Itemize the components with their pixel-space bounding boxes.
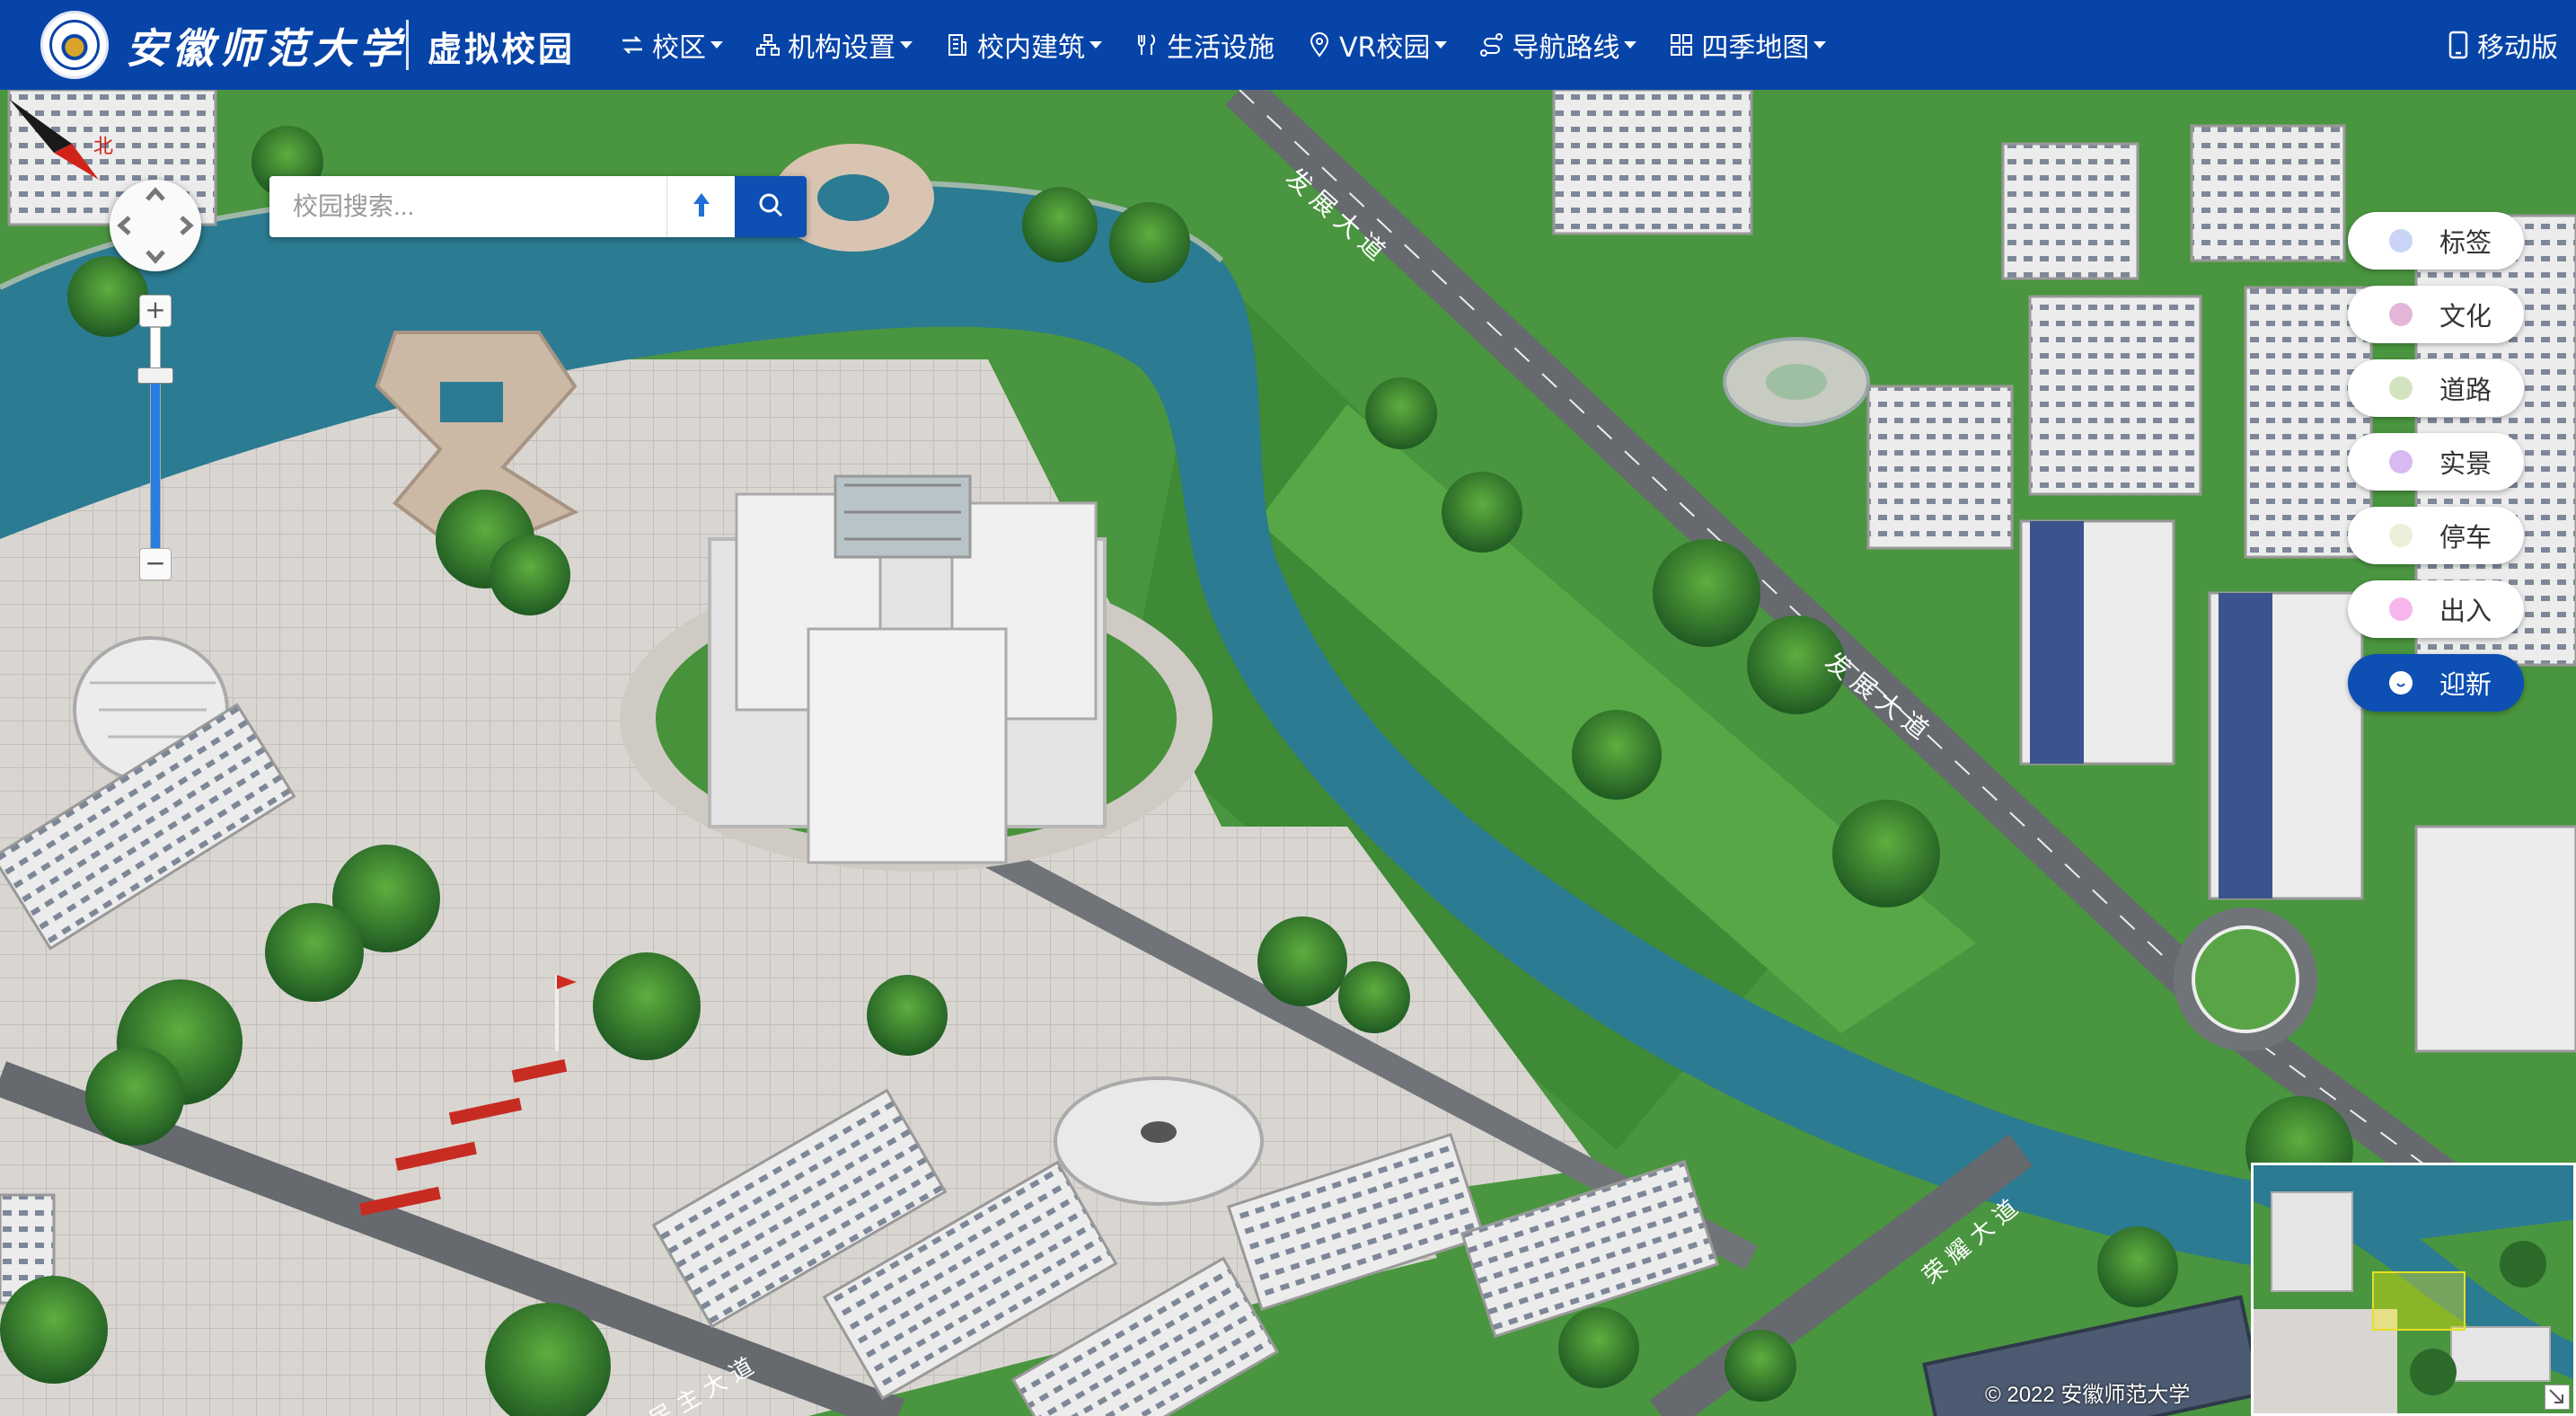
chevron-down-icon <box>710 41 723 49</box>
chevron-down-icon <box>1813 41 1827 49</box>
compass-icon: 北 <box>9 99 113 180</box>
school-name: 安徽师范大学 <box>126 24 406 73</box>
search-bar <box>269 176 807 237</box>
zoom-out-button[interactable]: − <box>139 548 172 580</box>
collapse-arrow-icon <box>2549 1389 2563 1403</box>
map-illustration: 发展大道 发展大道 民主大道 荣耀大道 <box>0 90 2576 1416</box>
layer-button-culture[interactable]: 文化 <box>2348 286 2524 343</box>
navigation-arrow-icon <box>690 191 713 222</box>
compass-north-label: 北 <box>93 135 113 157</box>
search-input[interactable] <box>291 191 681 222</box>
layer-dot-icon <box>2389 303 2413 326</box>
chevron-down-icon <box>1434 41 1448 49</box>
nav-routes[interactable]: 导航路线 <box>1479 25 1637 65</box>
layer-button-entrances[interactable]: 出入 <box>2348 580 2524 638</box>
mobile-version-link[interactable]: 移动版 <box>2448 0 2558 90</box>
layer-button-streetview[interactable]: 实景 <box>2348 433 2524 491</box>
nav-seasons-label: 四季地图 <box>1701 32 1810 64</box>
layer-label: 文化 <box>2439 301 2492 332</box>
layer-dot-icon <box>2389 671 2413 695</box>
main-menu: 校区 机构设置 校内建筑 生活设施 VR校园 导航路线 四季地图 <box>620 0 1858 90</box>
zoom-in-button[interactable]: + <box>139 295 172 327</box>
nav-vr-campus-label: VR校园 <box>1339 32 1431 64</box>
nav-organizations-label: 机构设置 <box>788 32 895 64</box>
swap-icon <box>620 32 645 58</box>
site-title: 虚拟校园 <box>428 30 576 69</box>
pan-control[interactable] <box>110 180 201 271</box>
nav-facilities-label: 生活设施 <box>1167 32 1275 64</box>
search-icon <box>756 190 785 223</box>
layer-dot-icon <box>2389 524 2413 547</box>
org-chart-icon <box>755 32 781 58</box>
brand-divider <box>406 20 409 70</box>
layer-button-welcome[interactable]: 迎新 <box>2348 654 2524 712</box>
overview-viewport-indicator[interactable] <box>2372 1271 2466 1331</box>
nav-routes-label: 导航路线 <box>1512 32 1620 64</box>
nav-vr-campus[interactable]: VR校园 <box>1307 25 1448 65</box>
layer-label: 出入 <box>2439 596 2492 626</box>
nav-facilities[interactable]: 生活设施 <box>1134 25 1275 65</box>
layer-button-roads[interactable]: 道路 <box>2348 359 2524 417</box>
grid-icon <box>1669 32 1694 58</box>
overview-minimap[interactable] <box>2251 1163 2576 1416</box>
location-pin-icon <box>1307 32 1332 58</box>
overview-collapse-button[interactable] <box>2545 1385 2570 1410</box>
copyright-text: © 2022 安徽师范大学 <box>1985 1383 2191 1407</box>
zoom-slider-fill <box>151 376 160 548</box>
layer-dot-icon <box>2389 450 2413 473</box>
building-icon <box>945 32 970 58</box>
layer-dot-icon <box>2389 376 2413 400</box>
university-logo[interactable] <box>40 11 109 79</box>
smile-icon <box>2396 683 2405 687</box>
nav-buildings-label: 校内建筑 <box>977 32 1085 64</box>
layer-label: 停车 <box>2439 522 2492 553</box>
mobile-version-label: 移动版 <box>2477 32 2558 64</box>
layer-label: 道路 <box>2439 375 2492 405</box>
library-building <box>708 474 1107 864</box>
nav-seasons[interactable]: 四季地图 <box>1669 25 1827 65</box>
route-button[interactable] <box>666 176 736 237</box>
search-button[interactable] <box>735 176 807 237</box>
route-icon <box>1479 32 1504 58</box>
layer-button-labels[interactable]: 标签 <box>2348 212 2524 270</box>
pan-arrows-icon <box>117 187 194 264</box>
chevron-down-icon <box>900 41 913 49</box>
mobile-phone-icon <box>2448 31 2468 59</box>
utensils-icon <box>1134 32 1160 58</box>
nav-campus-label: 校区 <box>652 32 706 64</box>
chevron-down-icon <box>1624 41 1637 49</box>
layer-label: 标签 <box>2439 227 2492 258</box>
chevron-down-icon <box>1090 41 1102 49</box>
layer-label: 实景 <box>2439 448 2492 479</box>
layer-dot-icon <box>2389 229 2413 252</box>
nav-buildings[interactable]: 校内建筑 <box>945 25 1102 65</box>
nav-campus[interactable]: 校区 <box>620 25 723 65</box>
layer-button-parking[interactable]: 停车 <box>2348 507 2524 564</box>
layer-dot-icon <box>2389 597 2413 621</box>
zoom-slider-thumb[interactable] <box>137 367 173 385</box>
nav-organizations[interactable]: 机构设置 <box>755 25 913 65</box>
zoom-control: + − <box>137 295 175 580</box>
layer-label: 迎新 <box>2439 669 2492 700</box>
campus-map[interactable]: 发展大道 发展大道 民主大道 荣耀大道 北 <box>0 90 2576 1416</box>
top-navbar: 安徽师范大学 虚拟校园 校区 机构设置 校内建筑 生活设施 VR校园 导航路线 … <box>0 0 2576 90</box>
